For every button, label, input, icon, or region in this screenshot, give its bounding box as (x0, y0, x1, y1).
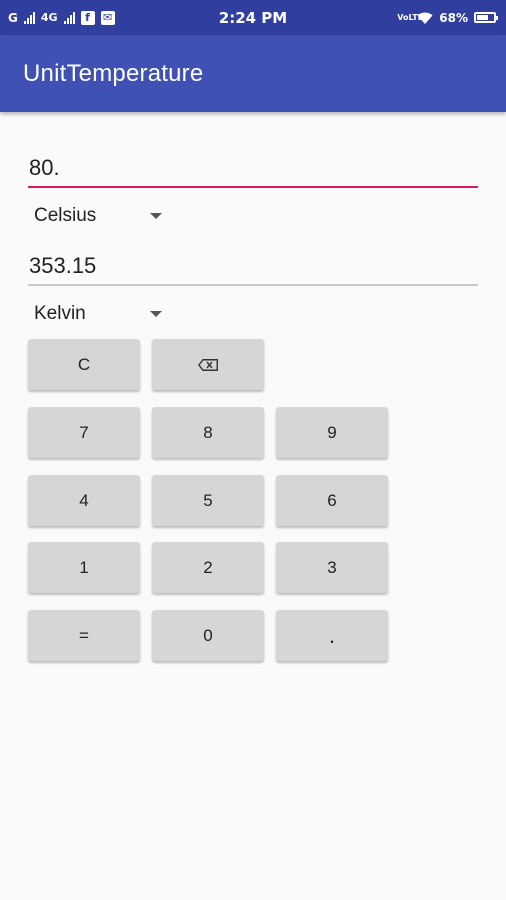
volte-icon: VoLTE (397, 12, 424, 22)
equals-button[interactable]: = (28, 610, 140, 661)
key-2[interactable]: 2 (152, 542, 264, 593)
decimal-point-button[interactable]: . (276, 610, 388, 661)
input-value-field[interactable] (28, 150, 478, 188)
backspace-button[interactable] (152, 339, 264, 390)
status-bar: G 4G f ✉ 2:24 PM VoLTE 68% (0, 0, 506, 35)
wifi-icon (417, 12, 433, 24)
key-3[interactable]: 3 (276, 542, 388, 593)
key-1[interactable]: 1 (28, 542, 140, 593)
key-9[interactable]: 9 (276, 407, 388, 458)
key-7[interactable]: 7 (28, 407, 140, 458)
triangle-down-icon (150, 213, 162, 219)
to-unit-spinner[interactable]: Kelvin (28, 296, 178, 332)
output-value-field[interactable] (28, 248, 478, 286)
app-title: UnitTemperature (23, 60, 204, 87)
from-unit-label: Celsius (34, 205, 97, 226)
clear-button[interactable]: C (28, 339, 140, 390)
key-8[interactable]: 8 (152, 407, 264, 458)
app-bar: UnitTemperature (0, 35, 506, 112)
to-unit-label: Kelvin (34, 303, 86, 324)
key-0[interactable]: 0 (152, 610, 264, 661)
backspace-icon (198, 358, 218, 371)
key-6[interactable]: 6 (276, 475, 388, 526)
key-4[interactable]: 4 (28, 475, 140, 526)
from-unit-spinner[interactable]: Celsius (28, 198, 178, 234)
triangle-down-icon (150, 311, 162, 317)
battery-icon (474, 12, 498, 23)
battery-level-fill (477, 15, 488, 20)
key-5[interactable]: 5 (152, 475, 264, 526)
battery-percent: 68% (439, 10, 468, 25)
status-right-group: VoLTE 68% (397, 0, 498, 35)
